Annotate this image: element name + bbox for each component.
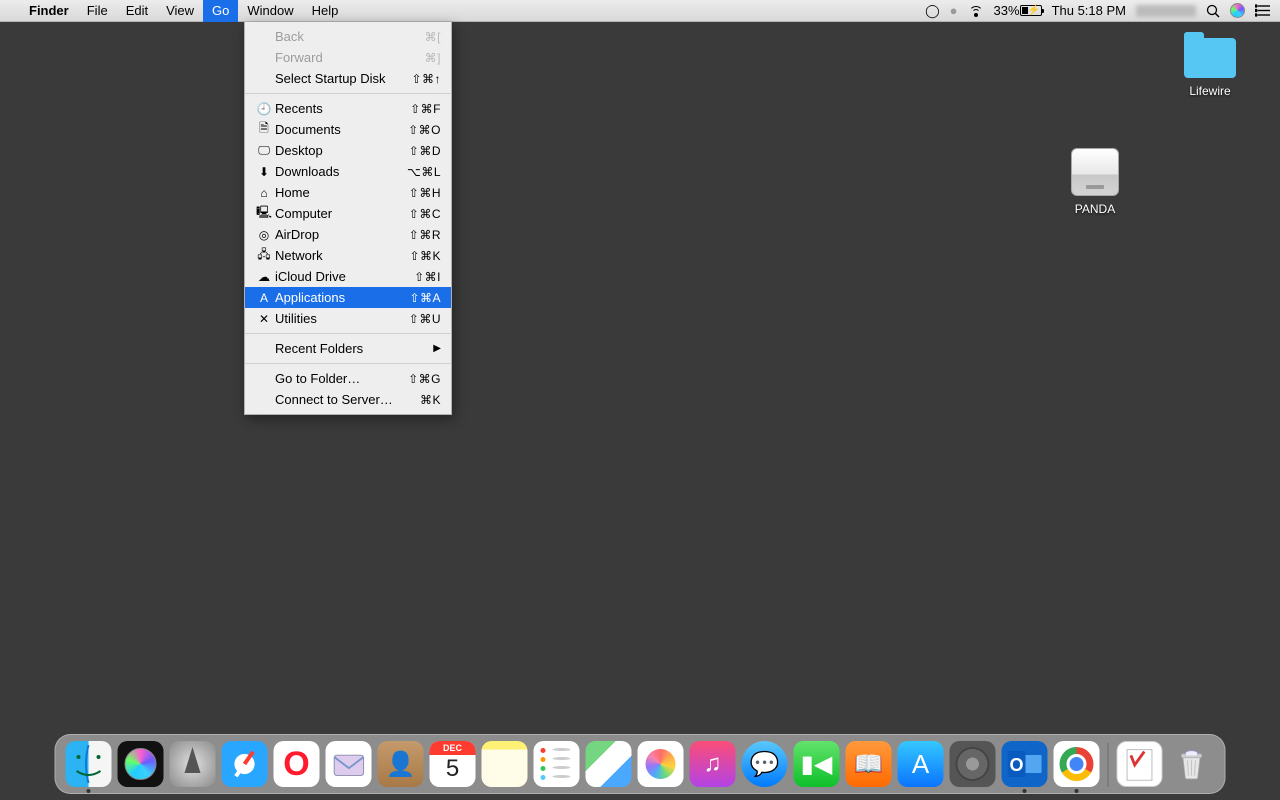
- spotlight-icon[interactable]: [1206, 4, 1220, 18]
- dock-finder[interactable]: [66, 741, 112, 787]
- menu-go-to-folder[interactable]: Go to Folder… ⇧⌘G: [245, 368, 451, 389]
- clock[interactable]: Thu 5:18 PM: [1052, 3, 1126, 18]
- comment-icon[interactable]: ●: [950, 3, 958, 18]
- menu-airdrop[interactable]: ◎ AirDrop ⇧⌘R: [245, 224, 451, 245]
- menu-downloads[interactable]: ⬇ Downloads ⌥⌘L: [245, 161, 451, 182]
- dock-contacts[interactable]: 👤: [378, 741, 424, 787]
- dock-downloads[interactable]: [1117, 741, 1163, 787]
- dock-outlook[interactable]: O: [1002, 741, 1048, 787]
- calendar-month: DEC: [430, 741, 476, 755]
- menu-file[interactable]: File: [78, 0, 117, 22]
- battery-percent: 33%: [994, 3, 1020, 18]
- download-icon: ⬇: [255, 165, 273, 179]
- dock-mail[interactable]: [326, 741, 372, 787]
- dock-separator: [1108, 743, 1109, 787]
- dock-music[interactable]: ♫: [690, 741, 736, 787]
- calendar-day: 5: [430, 755, 476, 783]
- notification-center-icon[interactable]: [1255, 4, 1270, 17]
- wifi-icon[interactable]: [968, 5, 984, 17]
- dock-launchpad[interactable]: [170, 741, 216, 787]
- menu-separator: [245, 363, 451, 364]
- dock-photos[interactable]: [638, 741, 684, 787]
- menu-window[interactable]: Window: [238, 0, 302, 22]
- desktop-drive-panda[interactable]: PANDA: [1055, 148, 1135, 216]
- dock-messages[interactable]: 💬: [742, 741, 788, 787]
- home-icon: ⌂: [255, 186, 273, 200]
- desktop-icon-label: Lifewire: [1170, 84, 1250, 98]
- menu-network[interactable]: 🖧 Network ⇧⌘K: [245, 245, 451, 266]
- menu-utilities[interactable]: ✕ Utilities ⇧⌘U: [245, 308, 451, 329]
- menu-help[interactable]: Help: [303, 0, 348, 22]
- svg-text:O: O: [1009, 755, 1023, 775]
- menu-home[interactable]: ⌂ Home ⇧⌘H: [245, 182, 451, 203]
- menu-back: Back ⌘[: [245, 26, 451, 47]
- drive-icon: [1071, 148, 1119, 196]
- dock-trash[interactable]: [1169, 741, 1215, 787]
- dock-appstore[interactable]: [898, 741, 944, 787]
- menu-documents[interactable]: 🗎 Documents ⇧⌘O: [245, 119, 451, 140]
- document-icon: 🗎: [255, 119, 273, 140]
- menu-go[interactable]: Go: [203, 0, 238, 22]
- dock: O 👤 DEC 5 ➤ ♫ 💬 ▮◀ 📖 O: [55, 734, 1226, 794]
- network-icon: 🖧: [255, 245, 273, 266]
- dock-chrome[interactable]: [1054, 741, 1100, 787]
- dock-opera[interactable]: O: [274, 741, 320, 787]
- app-menu[interactable]: Finder: [20, 0, 78, 22]
- menu-connect-to-server[interactable]: Connect to Server… ⌘K: [245, 389, 451, 410]
- menu-select-startup-disk[interactable]: Select Startup Disk ⇧⌘↑: [245, 68, 451, 89]
- desktop-icon: 🖵: [255, 143, 273, 158]
- utilities-icon: ✕: [255, 312, 273, 326]
- user-name-redacted: [1136, 5, 1196, 17]
- submenu-arrow-icon: ▶: [433, 343, 441, 354]
- dock-system-preferences[interactable]: [950, 741, 996, 787]
- dock-notes[interactable]: [482, 741, 528, 787]
- menu-forward: Forward ⌘]: [245, 47, 451, 68]
- menu-applications[interactable]: A Applications ⇧⌘A: [245, 287, 451, 308]
- menu-recents[interactable]: 🕘 Recents ⇧⌘F: [245, 98, 451, 119]
- dock-reminders[interactable]: [534, 741, 580, 787]
- desktop-icon-label: PANDA: [1055, 202, 1135, 216]
- go-menu-dropdown: Back ⌘[ Forward ⌘] Select Startup Disk ⇧…: [244, 22, 452, 415]
- applications-icon: A: [255, 291, 273, 305]
- dock-calendar[interactable]: DEC 5: [430, 741, 476, 787]
- dock-maps[interactable]: ➤: [586, 741, 632, 787]
- battery-status[interactable]: 33% ⚡: [994, 3, 1042, 18]
- folder-icon: [1184, 38, 1236, 78]
- clock-icon: 🕘: [255, 102, 273, 116]
- menu-edit[interactable]: Edit: [117, 0, 157, 22]
- menu-recent-folders[interactable]: Recent Folders ▶: [245, 338, 451, 359]
- computer-icon: 🖳: [255, 203, 273, 224]
- menu-view[interactable]: View: [157, 0, 203, 22]
- dock-siri[interactable]: [118, 741, 164, 787]
- menu-computer[interactable]: 🖳 Computer ⇧⌘C: [245, 203, 451, 224]
- dock-safari[interactable]: [222, 741, 268, 787]
- cloud-icon: ☁: [255, 270, 273, 284]
- menu-separator: [245, 333, 451, 334]
- menubar: Finder File Edit View Go Window Help ◯ ●…: [0, 0, 1280, 22]
- dock-books[interactable]: 📖: [846, 741, 892, 787]
- menu-icloud-drive[interactable]: ☁ iCloud Drive ⇧⌘I: [245, 266, 451, 287]
- menu-desktop[interactable]: 🖵 Desktop ⇧⌘D: [245, 140, 451, 161]
- desktop-folder-lifewire[interactable]: Lifewire: [1170, 38, 1250, 98]
- creative-cloud-icon[interactable]: ◯: [925, 3, 940, 19]
- dock-facetime[interactable]: ▮◀: [794, 741, 840, 787]
- siri-icon[interactable]: [1230, 3, 1245, 18]
- airdrop-icon: ◎: [255, 228, 273, 242]
- menu-separator: [245, 93, 451, 94]
